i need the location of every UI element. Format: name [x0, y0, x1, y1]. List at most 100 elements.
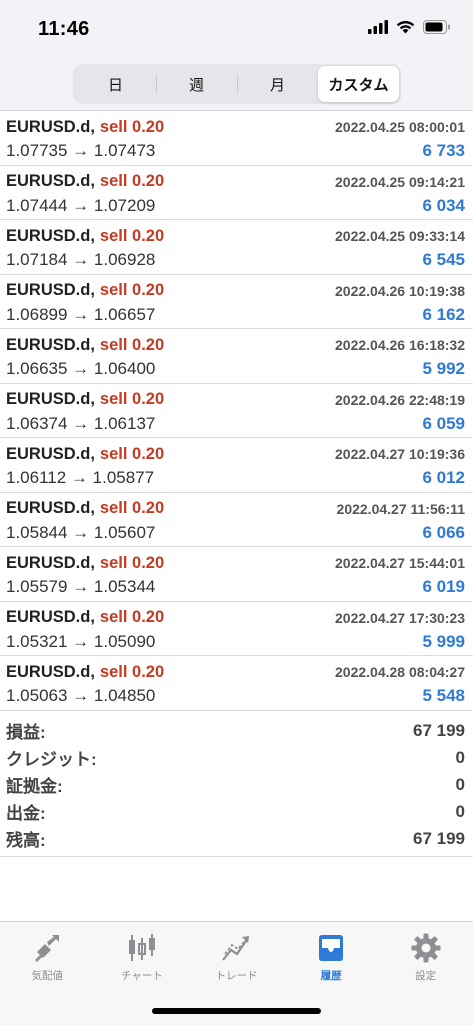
summary-row-withdrawal: 出金: 0 — [0, 798, 473, 825]
segment-week[interactable]: 週 — [156, 66, 237, 102]
deal-prices: 1.05321 → 1.05090 — [6, 631, 156, 651]
deal-symbol: EURUSD.d, — [6, 608, 95, 626]
status-icons — [368, 20, 451, 39]
deal-type: sell 0.20 — [99, 172, 165, 190]
deal-time: 2022.04.25 08:00:01 — [335, 119, 465, 135]
summary-label: 損益: — [6, 723, 46, 742]
tab-quotes[interactable]: 気配値 — [0, 922, 95, 992]
deal-type: sell 0.20 — [99, 335, 165, 354]
deal-time: 2022.04.26 16:18:32 — [335, 337, 465, 353]
period-filter-bar: 日 週 月 カスタム — [0, 58, 473, 111]
tab-trade[interactable]: トレード — [189, 922, 284, 992]
deal-type: sell 0.20 — [99, 662, 165, 681]
deal-time: 2022.04.25 09:33:14 — [335, 228, 465, 244]
deal-type: sell 0.20 — [99, 553, 165, 572]
summary-value: 67 199 — [413, 828, 465, 848]
deal-symbol: EURUSD.d, — [6, 172, 95, 190]
deal-profit: 5 999 — [422, 631, 465, 651]
deal-symbol: EURUSD.d, — [6, 662, 95, 681]
tab-label: 設定 — [415, 970, 437, 982]
deal-row[interactable]: EURUSD.d, sell 0.20 2022.04.27 10:19:36 … — [0, 438, 473, 493]
deal-row[interactable]: EURUSD.d, sell 0.20 2022.04.25 08:00:01 … — [0, 111, 473, 166]
summary-row-credit: クレジット: 0 — [0, 744, 473, 771]
deal-type: sell 0.20 — [99, 444, 165, 463]
deal-row[interactable]: EURUSD.d, sell 0.20 2022.04.27 17:30:23 … — [0, 602, 473, 656]
deal-type: sell 0.20 — [99, 608, 165, 626]
tab-chart[interactable]: チャート — [95, 922, 190, 992]
deal-time: 2022.04.27 17:30:23 — [335, 609, 465, 626]
summary-value: 0 — [455, 747, 465, 767]
deal-profit: 6 162 — [422, 304, 465, 324]
home-indicator[interactable] — [152, 1008, 321, 1014]
deal-profit: 6 019 — [422, 577, 465, 596]
deal-prices: 1.07444 → 1.07209 — [6, 195, 156, 215]
deal-time: 2022.04.27 11:56:11 — [336, 500, 465, 517]
deal-prices: 1.06374 → 1.06137 — [6, 413, 156, 433]
deal-row[interactable]: EURUSD.d, sell 0.20 2022.04.26 22:48:19 … — [0, 384, 473, 438]
deal-prices: 1.07184 → 1.06928 — [6, 250, 156, 269]
deal-symbol: EURUSD.d, — [6, 553, 95, 572]
deal-time: 2022.04.27 15:44:01 — [335, 555, 465, 571]
deal-row[interactable]: EURUSD.d, sell 0.20 2022.04.26 10:19:38 … — [0, 275, 473, 329]
deal-profit: 6 733 — [422, 141, 465, 160]
summary-value: 67 199 — [413, 720, 465, 740]
deal-profit: 6 012 — [422, 468, 465, 487]
gear-icon — [409, 932, 443, 964]
deal-symbol: EURUSD.d, — [6, 117, 95, 136]
deal-row[interactable]: EURUSD.d, sell 0.20 2022.04.27 11:56:11 … — [0, 493, 473, 547]
deal-row[interactable]: EURUSD.d, sell 0.20 2022.04.25 09:14:21 … — [0, 166, 473, 220]
deal-row[interactable]: EURUSD.d, sell 0.20 2022.04.25 09:33:14 … — [0, 220, 473, 275]
segment-month[interactable]: 月 — [237, 66, 318, 102]
candlestick-chart-icon — [125, 932, 159, 964]
deal-symbol: EURUSD.d, — [6, 335, 95, 354]
deal-profit: 5 992 — [422, 359, 465, 378]
deal-prices: 1.05063 → 1.04850 — [6, 686, 156, 705]
deal-row[interactable]: EURUSD.d, sell 0.20 2022.04.26 16:18:32 … — [0, 329, 473, 384]
status-bar: 11:46 — [0, 0, 473, 58]
deal-time: 2022.04.25 09:14:21 — [335, 173, 465, 190]
deal-symbol: EURUSD.d, — [6, 499, 95, 517]
deal-profit: 6 059 — [422, 413, 465, 433]
status-time: 11:46 — [38, 18, 90, 40]
deal-type: sell 0.20 — [99, 117, 165, 136]
deal-type: sell 0.20 — [99, 499, 165, 517]
tab-label: トレード — [215, 970, 258, 982]
deal-prices: 1.06899 → 1.06657 — [6, 304, 156, 324]
summary-label: 出金: — [6, 804, 46, 823]
deal-row[interactable]: EURUSD.d, sell 0.20 2022.04.27 15:44:01 … — [0, 547, 473, 602]
quotes-icon — [30, 932, 64, 964]
bottom-tab-bar: 気配値 チャート トレード 履歴 設定 — [0, 921, 473, 1025]
battery-icon — [423, 20, 451, 39]
deal-prices: 1.06635 → 1.06400 — [6, 359, 156, 378]
deal-row[interactable]: EURUSD.d, sell 0.20 2022.04.28 08:04:27 … — [0, 656, 473, 711]
summary-row-deposit: 証拠金: 0 — [0, 771, 473, 798]
wifi-icon — [396, 20, 415, 39]
deal-type: sell 0.20 — [99, 281, 165, 299]
deal-profit: 5 548 — [422, 686, 465, 705]
deal-symbol: EURUSD.d, — [6, 444, 95, 463]
period-segmented-control: 日 週 月 カスタム — [73, 64, 401, 104]
summary-row-profit: 損益: 67 199 — [0, 717, 473, 744]
summary-label: 残高: — [6, 831, 46, 850]
deal-type: sell 0.20 — [99, 390, 165, 408]
deal-time: 2022.04.27 10:19:36 — [335, 446, 465, 462]
summary-value: 0 — [455, 774, 465, 794]
summary-label: 証拠金: — [6, 777, 63, 796]
deal-history-list: EURUSD.d, sell 0.20 2022.04.25 08:00:01 … — [0, 111, 473, 711]
tab-label: 履歴 — [320, 970, 342, 982]
deal-prices: 1.07735 → 1.07473 — [6, 141, 156, 160]
deal-time: 2022.04.26 10:19:38 — [335, 282, 465, 299]
deal-symbol: EURUSD.d, — [6, 390, 95, 408]
deal-time: 2022.04.28 08:04:27 — [335, 664, 465, 680]
deal-symbol: EURUSD.d, — [6, 281, 95, 299]
tab-label: チャート — [120, 970, 163, 982]
tab-settings[interactable]: 設定 — [378, 922, 473, 992]
deal-profit: 6 066 — [422, 522, 465, 542]
segment-day[interactable]: 日 — [75, 66, 156, 102]
account-summary: 損益: 67 199 クレジット: 0 証拠金: 0 出金: 0 残高: 67 … — [0, 713, 473, 857]
cellular-signal-icon — [368, 20, 388, 39]
deal-prices: 1.06112 → 1.05877 — [6, 468, 155, 487]
tab-history[interactable]: 履歴 — [284, 922, 379, 992]
segment-custom[interactable]: カスタム — [318, 66, 399, 102]
deal-type: sell 0.20 — [99, 226, 165, 245]
